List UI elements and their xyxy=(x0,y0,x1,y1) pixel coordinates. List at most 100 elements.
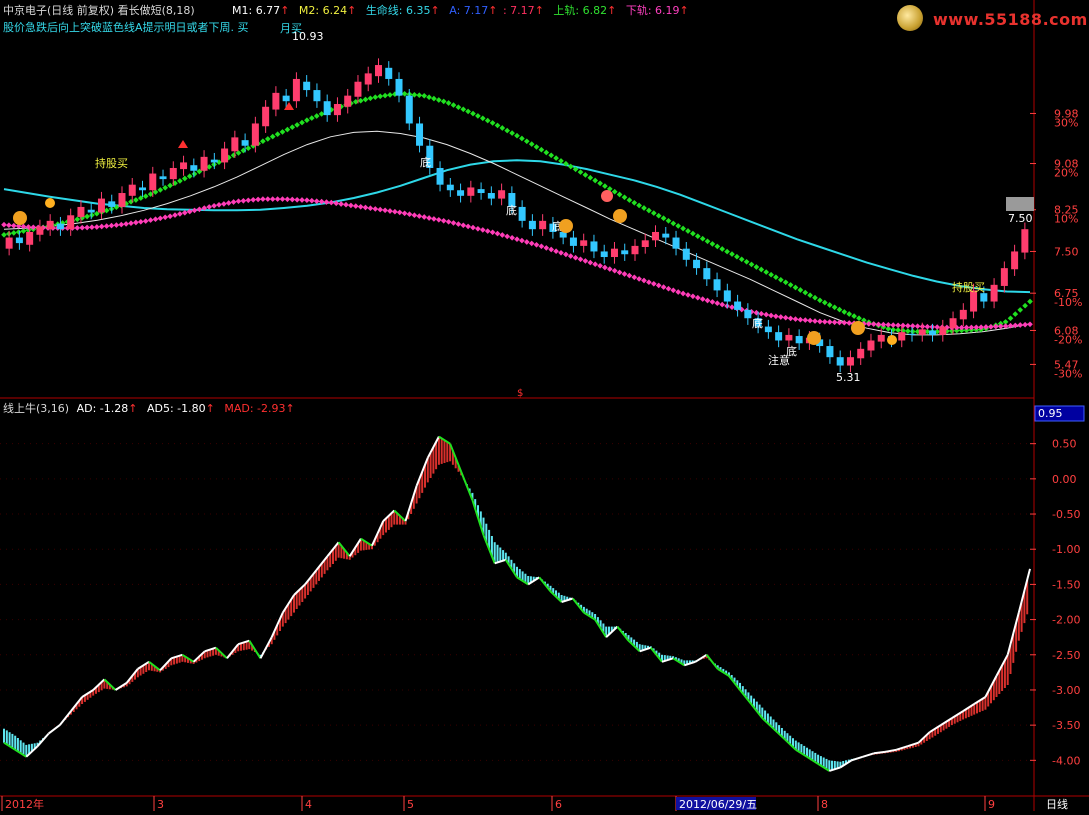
candle-body xyxy=(354,81,362,97)
candle-body xyxy=(210,159,218,163)
hint-tag: 买 xyxy=(237,21,249,34)
candle-body xyxy=(641,240,649,247)
candle-body xyxy=(744,309,752,319)
candle-body xyxy=(477,189,485,194)
last-price-box xyxy=(1006,197,1034,211)
ad5-value: AD5: -1.80 xyxy=(146,402,206,415)
candle-body xyxy=(775,332,783,341)
candle-body xyxy=(580,240,588,246)
candle-body xyxy=(662,233,670,238)
indicator-value-label: 0.95 xyxy=(1038,407,1063,420)
candle-body xyxy=(723,290,731,302)
candle-body xyxy=(569,237,577,246)
candle-body xyxy=(764,326,772,333)
candle-body xyxy=(118,193,126,207)
candle-body xyxy=(303,81,311,91)
site-watermark: www.55188.com xyxy=(891,4,1087,34)
candle-body xyxy=(539,220,547,230)
last-price-label: 7.50 xyxy=(1008,212,1033,225)
time-tick-label: 6 xyxy=(555,798,562,811)
candle-body xyxy=(939,326,947,335)
candle-body xyxy=(108,201,116,207)
time-tick-label: 8 xyxy=(821,798,828,811)
upper-panel-header: 中京电子(日线 前复权) 看长做短(8,18) xyxy=(3,2,195,18)
candle-body xyxy=(87,209,95,213)
candle-body xyxy=(272,92,280,110)
period-label: 日线 xyxy=(1046,797,1068,811)
candle-body xyxy=(385,67,393,79)
candle-body xyxy=(405,95,413,124)
candle-body xyxy=(528,220,536,230)
candle-body xyxy=(672,237,680,249)
candle-body xyxy=(734,301,742,310)
candle-body xyxy=(703,268,711,280)
buy-signal-icon xyxy=(13,211,27,225)
bottom-mark-2: 底 xyxy=(506,203,517,217)
candle-body xyxy=(682,248,690,260)
candle-body xyxy=(836,357,844,366)
bottom-mark-1: 底 xyxy=(420,155,431,169)
low-price-label: 5.31 xyxy=(836,371,861,384)
watermark-text: www.55188.com xyxy=(933,10,1088,29)
candle-body xyxy=(457,190,465,196)
buy-signal-icon xyxy=(613,209,627,223)
a-line-value: A: 7.17 xyxy=(449,4,489,17)
candle-body xyxy=(333,103,341,116)
candle-body xyxy=(467,187,475,196)
candle-body xyxy=(918,329,926,335)
candle-body xyxy=(200,156,208,171)
lower-band-value: 下轨: 6.19 xyxy=(625,4,680,17)
candle-body xyxy=(251,123,259,146)
candle-body xyxy=(487,193,495,199)
candle-body xyxy=(15,237,23,244)
bottom-mark-4: 底 xyxy=(752,316,763,330)
candle-body xyxy=(190,165,198,171)
gold-dot-icon xyxy=(887,335,897,345)
candle-body xyxy=(785,334,793,341)
candle-body xyxy=(867,340,875,351)
ad-value: AD: -1.28 xyxy=(76,402,129,415)
percent-tick-label: -10% xyxy=(1054,296,1082,309)
value-tick-label: -2.00 xyxy=(1052,614,1080,627)
candle-body xyxy=(292,78,300,102)
candle-body xyxy=(241,140,249,146)
value-tick-label: -3.00 xyxy=(1052,684,1080,697)
candle-body xyxy=(169,167,177,180)
candle-body xyxy=(498,190,506,199)
candle-body xyxy=(436,167,444,185)
time-tick-label: 2012年 xyxy=(5,797,44,811)
candle-body xyxy=(416,123,424,146)
candle-body xyxy=(67,215,75,230)
candle-body xyxy=(693,259,701,269)
candle-body xyxy=(908,333,916,335)
candle-body xyxy=(139,187,147,191)
percent-tick-label: 20% xyxy=(1054,167,1078,180)
candle-body xyxy=(929,330,937,335)
percent-tick-label: 30% xyxy=(1054,116,1078,129)
candle-body xyxy=(323,101,331,116)
ad-line-segment xyxy=(873,750,886,755)
candle-body xyxy=(857,348,865,359)
value-tick-label: -1.00 xyxy=(1052,543,1080,556)
chart-stage: 9.98 9.08 8.25 7.50 6.75 6.08 5.47 30% 20% 10% -10… xyxy=(0,0,1089,811)
candle-body xyxy=(590,241,598,252)
candle-body xyxy=(652,231,660,241)
candle-body xyxy=(97,198,105,213)
candle-body xyxy=(5,237,13,249)
hint-text: 股价急跌后向上突破蓝色线A提示明日或者下周. xyxy=(3,21,235,34)
candle-body xyxy=(395,78,403,96)
value-tick-label: -1.50 xyxy=(1052,578,1080,591)
candle-body xyxy=(826,346,834,358)
m2-value: M2: 6.24 xyxy=(298,4,348,17)
candle-body xyxy=(364,73,372,85)
stock-title: 中京电子(日线 前复权) xyxy=(3,4,115,17)
attention-label: 注意 xyxy=(768,353,790,367)
time-tick-label: 4 xyxy=(305,798,312,811)
lifeline-value: 生命线: 6.35 xyxy=(365,4,431,17)
candle-body xyxy=(56,223,64,230)
sell-dot-icon xyxy=(601,190,613,202)
candle-body xyxy=(1000,268,1008,286)
ma-legend: M1: 6.77↑ M2: 6.24↑ 生命线: 6.35↑ A: 7.17↑ … xyxy=(232,4,689,17)
candle-body xyxy=(959,309,967,320)
percent-tick-label: -20% xyxy=(1054,333,1082,346)
